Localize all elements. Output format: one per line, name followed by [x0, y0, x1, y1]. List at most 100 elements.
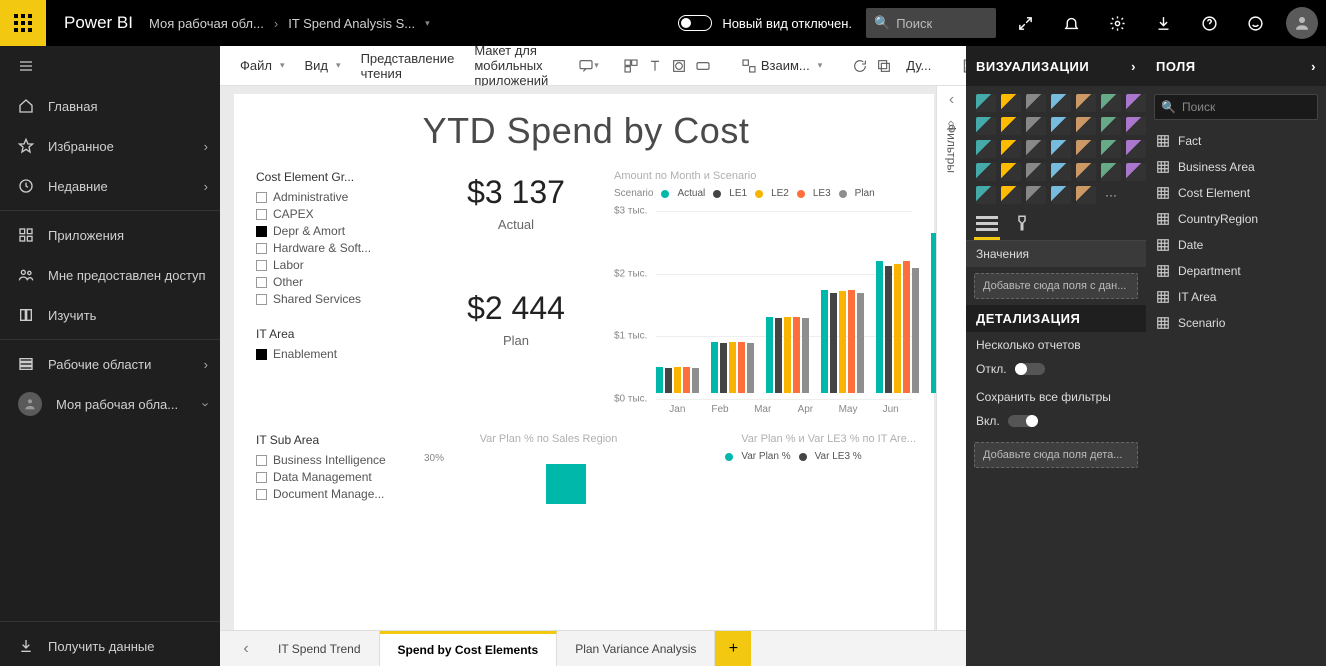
nav-favorites[interactable]: Избранное›: [0, 126, 220, 166]
viz-type-tile[interactable]: [1051, 140, 1071, 158]
viz-type-tile[interactable]: [1001, 163, 1021, 181]
bar[interactable]: [692, 368, 699, 393]
cmd-shape-icon[interactable]: [671, 54, 687, 78]
values-well[interactable]: Добавьте сюда поля с дан...: [974, 273, 1138, 299]
viz-type-tile[interactable]: [1126, 117, 1146, 135]
cmd-duplicate[interactable]: Ду...: [900, 46, 937, 85]
feedback-icon[interactable]: [1232, 0, 1278, 46]
viz-type-tile[interactable]: [1051, 163, 1071, 181]
viz-pane-title[interactable]: ВИЗУАЛИЗАЦИИ›: [966, 46, 1146, 86]
checkbox-icon[interactable]: [256, 455, 267, 466]
nav-home[interactable]: Главная: [0, 86, 220, 126]
checkbox-icon[interactable]: [256, 243, 267, 254]
slicer-item[interactable]: Document Manage...: [256, 487, 426, 501]
cmd-interactions[interactable]: Взаим...: [735, 46, 828, 85]
mini-chart-1[interactable]: Var Plan % по Sales Region 30%: [426, 433, 671, 504]
format-mode-tab[interactable]: [1012, 212, 1034, 232]
field-table[interactable]: Business Area: [1146, 154, 1326, 180]
field-table[interactable]: Date: [1146, 232, 1326, 258]
nav-shared[interactable]: Мне предоставлен доступ: [0, 255, 220, 295]
filters-pane-collapsed[interactable]: ‹ Фильтры: [936, 86, 966, 630]
viz-type-tile[interactable]: [1126, 94, 1146, 112]
viz-type-tile[interactable]: [1026, 117, 1046, 135]
keep-filters-toggle[interactable]: [1008, 415, 1038, 427]
bar[interactable]: [848, 290, 855, 393]
fields-mode-tab[interactable]: [976, 212, 998, 232]
slicer-item[interactable]: Data Management: [256, 470, 426, 484]
global-search[interactable]: 🔍 Поиск: [866, 8, 996, 38]
viz-type-tile[interactable]: [1126, 140, 1146, 158]
bar[interactable]: [784, 317, 791, 393]
sheet-tab[interactable]: Spend by Cost Elements: [380, 631, 558, 666]
bar[interactable]: [885, 266, 892, 393]
nav-get-data[interactable]: Получить данные: [0, 626, 220, 666]
checkbox-icon[interactable]: [256, 277, 267, 288]
bar[interactable]: [711, 342, 718, 393]
field-table[interactable]: Cost Element: [1146, 180, 1326, 206]
bar[interactable]: [674, 367, 681, 393]
viz-type-tile[interactable]: [1026, 186, 1046, 204]
bar[interactable]: [656, 367, 663, 393]
checkbox-icon[interactable]: [256, 294, 267, 305]
checkbox-icon[interactable]: [256, 489, 267, 500]
bar-group[interactable]: [876, 261, 919, 393]
bar[interactable]: [738, 342, 745, 393]
chevron-right-icon[interactable]: ›: [1311, 59, 1316, 74]
nav-apps[interactable]: Приложения: [0, 215, 220, 255]
bar[interactable]: [876, 261, 883, 393]
viz-type-tile[interactable]: [1101, 140, 1121, 158]
nav-my-workspace[interactable]: Моя рабочая обла...›: [0, 384, 220, 424]
viz-type-tile[interactable]: [976, 140, 996, 158]
viz-type-tile[interactable]: [976, 186, 996, 204]
viz-type-tile[interactable]: [1076, 94, 1096, 112]
viz-more-icon[interactable]: ···: [1101, 186, 1121, 204]
slicer-item[interactable]: Shared Services: [256, 292, 426, 306]
slicer-item[interactable]: Labor: [256, 258, 426, 272]
viz-type-tile[interactable]: [1026, 140, 1046, 158]
pin-icon[interactable]: [944, 120, 958, 134]
viz-type-tile[interactable]: [1001, 117, 1021, 135]
bar[interactable]: [912, 268, 919, 393]
sheet-tab[interactable]: Plan Variance Analysis: [557, 631, 715, 666]
viz-type-tile[interactable]: [976, 94, 996, 112]
tab-prev-icon[interactable]: ‹: [232, 631, 260, 666]
bar[interactable]: [793, 317, 800, 393]
slicer-item[interactable]: Hardware & Soft...: [256, 241, 426, 255]
cmd-group-icon[interactable]: [623, 54, 639, 78]
viz-type-tile[interactable]: [976, 117, 996, 135]
viz-type-tile[interactable]: [1026, 94, 1046, 112]
viz-type-tile[interactable]: [1101, 117, 1121, 135]
cmd-reading-view[interactable]: Представление чтения: [355, 46, 461, 85]
fields-pane-title[interactable]: ПОЛЯ›: [1146, 46, 1326, 86]
breadcrumb-report[interactable]: IT Spend Analysis S...: [288, 16, 415, 31]
breadcrumb-workspace[interactable]: Моя рабочая обл...: [149, 16, 264, 31]
add-page-button[interactable]: +: [715, 631, 751, 666]
cmd-file[interactable]: Файл: [234, 46, 291, 85]
bar[interactable]: [830, 293, 837, 393]
chevron-down-icon[interactable]: ▾: [425, 18, 430, 29]
download-icon[interactable]: [1140, 0, 1186, 46]
bar[interactable]: [775, 318, 782, 393]
viz-type-tile[interactable]: [1051, 94, 1071, 112]
cmd-mobile-layout[interactable]: Макет для мобильных приложений: [468, 46, 554, 85]
viz-type-tile[interactable]: [1101, 94, 1121, 112]
checkbox-icon[interactable]: [256, 192, 267, 203]
cmd-refresh-icon[interactable]: [852, 54, 868, 78]
bar[interactable]: [821, 290, 828, 393]
bar[interactable]: [903, 261, 910, 393]
bar[interactable]: [894, 264, 901, 393]
bar[interactable]: [747, 343, 754, 393]
bar[interactable]: [729, 342, 736, 393]
viz-type-tile[interactable]: [976, 163, 996, 181]
bar[interactable]: [839, 291, 846, 393]
mini-chart-2[interactable]: Var Plan % и Var LE3 % по IT Are... Var …: [671, 433, 916, 504]
field-table[interactable]: Fact: [1146, 128, 1326, 154]
bar[interactable]: [683, 367, 690, 393]
notifications-icon[interactable]: [1048, 0, 1094, 46]
hamburger-icon[interactable]: [0, 46, 220, 86]
viz-type-tile[interactable]: [1001, 140, 1021, 158]
fullscreen-icon[interactable]: [1002, 0, 1048, 46]
bar[interactable]: [766, 317, 773, 393]
viz-type-tile[interactable]: [1051, 117, 1071, 135]
sheet-tab[interactable]: IT Spend Trend: [260, 631, 380, 666]
